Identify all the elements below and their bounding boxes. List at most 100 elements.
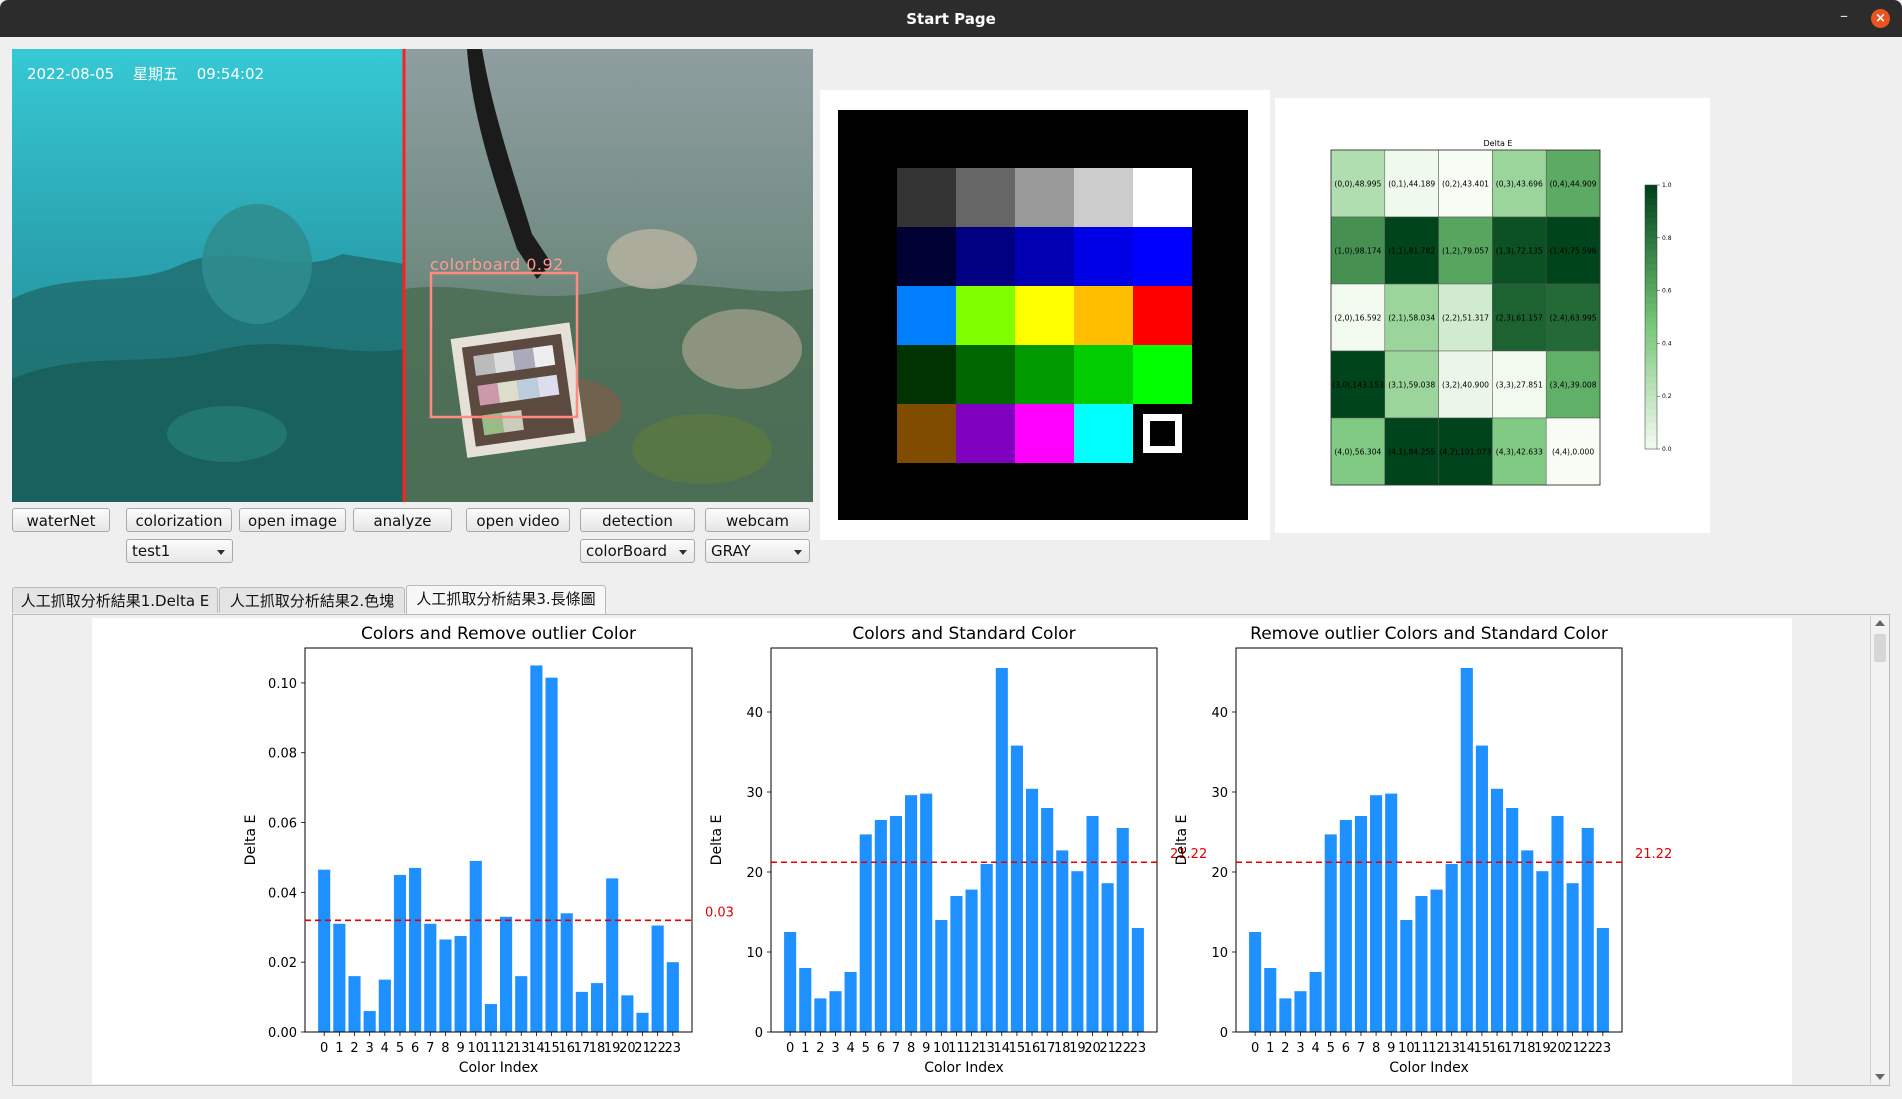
scroll-up-icon[interactable]	[1875, 620, 1885, 626]
scroll-thumb[interactable]	[1874, 634, 1886, 662]
colorboard-patch	[1015, 404, 1074, 463]
colorboard-marker-core	[1155, 426, 1170, 441]
colorboard-patch	[1015, 286, 1074, 345]
colorboard-patch	[1015, 345, 1074, 404]
tab-delta-e[interactable]: 人工抓取分析結果1.Delta E	[12, 587, 218, 613]
colorboard-view	[820, 90, 1270, 540]
colorbar-segment	[1645, 435, 1657, 443]
tab-bar-charts[interactable]: 人工抓取分析結果3.長條圖	[406, 585, 606, 615]
colorbar-segment	[1645, 330, 1657, 338]
tab-color-blocks[interactable]: 人工抓取分析結果2.色塊	[219, 587, 405, 613]
colorbar-segment	[1645, 350, 1657, 358]
heatmap-cell-label: (1,3),72.135	[1496, 247, 1543, 256]
webcam-button[interactable]: webcam	[705, 508, 810, 532]
open-image-button[interactable]: open image	[239, 508, 346, 532]
colorboard-patch	[1074, 168, 1133, 227]
colorboard-patch	[1074, 404, 1133, 463]
scroll-down-icon[interactable]	[1875, 1074, 1885, 1080]
colorboard-patch	[1074, 286, 1133, 345]
colorboard-patch	[897, 168, 956, 227]
colorboard-patch	[956, 404, 1015, 463]
video-timestamp: 2022-08-05 星期五 09:54:02	[27, 63, 264, 84]
colorbar-segment	[1645, 204, 1657, 212]
heatmap-title: Delta E	[1484, 139, 1513, 148]
colorbar-segment	[1645, 416, 1657, 424]
colorbar-segment	[1645, 185, 1657, 193]
colorbar-tick-label: 1.0	[1662, 182, 1672, 189]
colorboard-patch	[1133, 227, 1192, 286]
chevron-down-icon	[217, 550, 225, 555]
colorbar-segment	[1645, 284, 1657, 292]
chevron-down-icon	[679, 550, 687, 555]
colorbar-tick-label: 0.0	[1662, 446, 1672, 453]
colorboard-patch	[1015, 168, 1074, 227]
video-weekday: 星期五	[132, 65, 178, 83]
heatmap-cell-label: (4,2),101.073	[1440, 448, 1492, 457]
colorbar-segment	[1645, 270, 1657, 278]
colorbar-tick-label: 0.8	[1662, 235, 1672, 242]
vertical-scrollbar[interactable]	[1870, 616, 1889, 1084]
colorbar-segment	[1645, 369, 1657, 377]
waternet-button[interactable]: waterNet	[12, 508, 110, 532]
minimize-button[interactable]: –	[1840, 6, 1848, 25]
colorboard-patch	[1074, 345, 1133, 404]
heatmap-image: Delta E (0,0),48.995 (0,1),44.189 (0,2),43.…	[1275, 98, 1710, 533]
heatmap-cell-label: (0,0),48.995	[1334, 180, 1381, 189]
colorboard-patch	[897, 345, 956, 404]
colorbar-segment	[1645, 336, 1657, 344]
colorboard-patch	[1133, 345, 1192, 404]
heatmap-cell-label: (3,2),40.900	[1442, 381, 1489, 390]
colorbar-segment	[1645, 303, 1657, 311]
video-preview: 2022-08-05 星期五 09:54:02 colorboard 0.92	[12, 49, 813, 502]
heatmap-cell-label: (0,2),43.401	[1442, 180, 1489, 189]
colorbar-segment	[1645, 363, 1657, 371]
heatmap-cell-label: (2,4),63.995	[1550, 314, 1597, 323]
colorbar-segment	[1645, 396, 1657, 404]
colorbar-segment	[1645, 198, 1657, 206]
heatmap-cell-label: (1,0),98.174	[1334, 247, 1381, 256]
colorbar-segment	[1645, 244, 1657, 252]
detection-button[interactable]: detection	[580, 508, 695, 532]
colorbar-segment	[1645, 429, 1657, 437]
mode-select[interactable]: colorBoard	[580, 539, 695, 563]
detection-label: colorboard 0.92	[430, 255, 564, 274]
colorbar-segment	[1645, 323, 1657, 331]
colorboard-patch	[897, 404, 956, 463]
heatmap-cell-label: (1,2),79.057	[1442, 247, 1489, 256]
colorbar-segment	[1645, 264, 1657, 272]
colorboard-patch	[956, 168, 1015, 227]
colorboard-patch	[1133, 286, 1192, 345]
colorboard-patch	[956, 227, 1015, 286]
colorbar-segment	[1645, 389, 1657, 397]
colorbar-segment	[1645, 218, 1657, 226]
colorbar-tick-label: 0.2	[1662, 393, 1672, 400]
colorbar-segment	[1645, 237, 1657, 245]
heatmap-cell-label: (2,1),58.034	[1388, 314, 1435, 323]
heatmap-cell-label: (4,4),0.000	[1552, 448, 1594, 457]
colorbar-segment	[1645, 310, 1657, 318]
heatmap-cell-label: (2,2),51.317	[1442, 314, 1489, 323]
colorbar-segment	[1645, 251, 1657, 259]
dataset-select[interactable]: test1	[126, 539, 233, 563]
video-date: 2022-08-05	[27, 65, 115, 83]
dataset-select-value: test1	[132, 542, 171, 560]
colorbar-segment	[1645, 231, 1657, 239]
analyze-button[interactable]: analyze	[353, 508, 452, 532]
close-button[interactable]: ×	[1871, 9, 1890, 28]
colorization-button[interactable]: colorization	[126, 508, 232, 532]
open-video-button[interactable]: open video	[466, 508, 570, 532]
heatmap-cell-label: (3,3),27.851	[1496, 381, 1543, 390]
video-frame-image	[12, 49, 813, 502]
heatmap-cell-label: (1,1),81.782	[1388, 247, 1435, 256]
video-time: 09:54:02	[196, 65, 265, 83]
heatmap-cell-label: (3,4),39.008	[1550, 381, 1597, 390]
colorbar-segment	[1645, 409, 1657, 417]
colorbar-segment	[1645, 383, 1657, 391]
heatmap-cell-label: (3,1),59.038	[1388, 381, 1435, 390]
colorbar-segment	[1645, 277, 1657, 285]
colorbar-segment	[1645, 343, 1657, 351]
colorbar-segment	[1645, 356, 1657, 364]
colorbar-segment	[1645, 317, 1657, 325]
color-space-select[interactable]: GRAY	[705, 539, 810, 563]
colorbar-segment	[1645, 211, 1657, 219]
